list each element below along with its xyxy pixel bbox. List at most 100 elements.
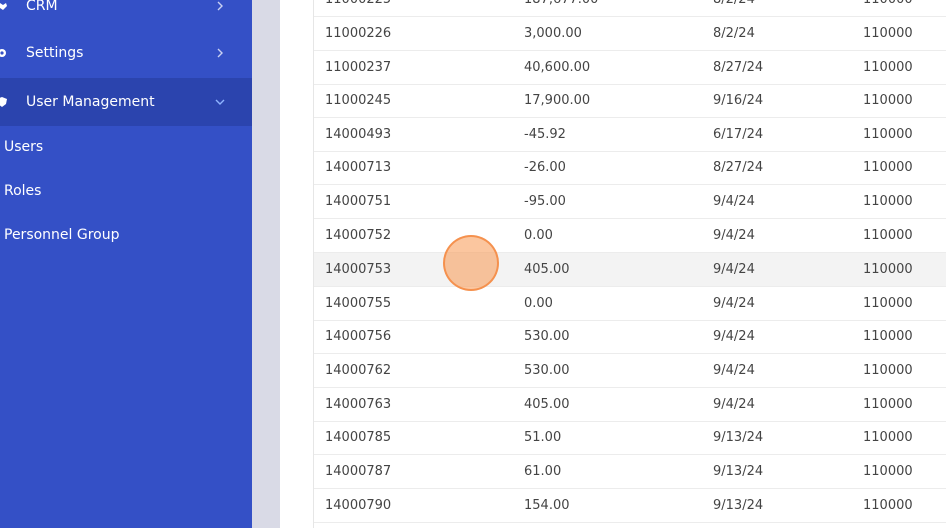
table-row[interactable]: 11000225 187,677.00 8/2/24 110000: [314, 0, 946, 17]
table-row[interactable]: 11000237 40,600.00 8/27/24 110000: [314, 51, 946, 85]
sidebar-item-label: CRM: [26, 0, 58, 14]
cell-amount: 17,900.00: [524, 93, 591, 108]
cell-date: 9/16/24: [713, 93, 764, 108]
table-row[interactable]: 14000493 -45.92 6/17/24 110000: [314, 118, 946, 152]
cell-date: 8/2/24: [713, 0, 755, 16]
cell-date: 9/4/24: [713, 363, 755, 378]
cell-id: 14000755: [325, 296, 392, 311]
cell-id: 14000493: [325, 127, 392, 142]
table-row-hovered[interactable]: 14000753 405.00 9/4/24 110000: [314, 253, 946, 287]
table-row[interactable]: 14000755 0.00 9/4/24 110000: [314, 287, 946, 321]
cell-code: 110000: [863, 228, 913, 243]
cell-amount: 0.00: [524, 228, 553, 243]
cell-date: 8/27/24: [713, 160, 764, 175]
main-content: 11000225 187,677.00 8/2/24 110000 110002…: [280, 0, 946, 528]
cell-id: 14000752: [325, 228, 392, 243]
table-row[interactable]: 14000752 0.00 9/4/24 110000: [314, 219, 946, 253]
cell-amount: 187,677.00: [524, 0, 598, 16]
cell-date: 8/2/24: [713, 26, 755, 41]
chevron-right-icon: [214, 0, 226, 12]
cell-id: 14000785: [325, 430, 392, 445]
cell-code: 110000: [863, 464, 913, 479]
cell-date: 9/4/24: [713, 194, 755, 209]
cell-id: 14000756: [325, 329, 392, 344]
sidebar-item-settings[interactable]: Settings: [0, 29, 252, 77]
cell-date: 9/4/24: [713, 228, 755, 243]
cell-id: 11000245: [325, 93, 392, 108]
cell-code: 110000: [863, 93, 913, 108]
cell-code: 110000: [863, 430, 913, 445]
cell-code: 110000: [863, 60, 913, 75]
sidebar-subitem-personnel-group[interactable]: Personnel Group: [4, 227, 120, 243]
cell-amount: 51.00: [524, 430, 562, 445]
cell-code: 110000: [863, 363, 913, 378]
cell-amount: 61.00: [524, 464, 562, 479]
table-row[interactable]: 14000787 61.00 9/13/24 110000: [314, 455, 946, 489]
cell-code: 110000: [863, 329, 913, 344]
data-table: 11000225 187,677.00 8/2/24 110000 110002…: [313, 0, 946, 528]
cell-amount: -45.92: [524, 127, 566, 142]
cell-amount: 405.00: [524, 262, 570, 277]
sidebar: CRM Settings User Management Users Roles…: [0, 0, 252, 528]
cell-id: 14000751: [325, 194, 392, 209]
cell-code: 110000: [863, 0, 913, 16]
sidebar-item-label: User Management: [26, 94, 155, 110]
cell-code: 110000: [863, 26, 913, 41]
cell-date: 9/4/24: [713, 397, 755, 412]
shield-user-icon: [0, 95, 9, 109]
cell-id: 11000225: [325, 0, 391, 16]
cell-amount: 530.00: [524, 329, 570, 344]
cell-date: 8/27/24: [713, 60, 764, 75]
chevron-right-icon: [214, 47, 226, 59]
click-indicator: [443, 235, 499, 291]
cell-amount: -95.00: [524, 194, 566, 209]
cell-id: 14000762: [325, 363, 392, 378]
cell-date: 9/13/24: [713, 430, 764, 445]
cell-code: 110000: [863, 262, 913, 277]
table-row[interactable]: 11000226 3,000.00 8/2/24 110000: [314, 17, 946, 51]
sidebar-item-user-management[interactable]: User Management: [0, 78, 252, 126]
cell-id: 14000790: [325, 498, 392, 513]
cell-date: 9/13/24: [713, 464, 764, 479]
table-row[interactable]: 14000713 -26.00 8/27/24 110000: [314, 151, 946, 185]
cell-id: 14000763: [325, 397, 392, 412]
cell-id: 11000237: [325, 60, 392, 75]
cell-code: 110000: [863, 194, 913, 209]
sidebar-item-label: Settings: [26, 45, 84, 61]
cell-code: 110000: [863, 127, 913, 142]
cell-date: 9/4/24: [713, 262, 755, 277]
cell-id: 14000753: [325, 262, 392, 277]
cell-code: 110000: [863, 498, 913, 513]
cell-code: 110000: [863, 397, 913, 412]
cell-id: 14000713: [325, 160, 392, 175]
cell-date: 9/13/24: [713, 498, 764, 513]
cell-amount: 40,600.00: [524, 60, 591, 75]
cell-date: 6/17/24: [713, 127, 764, 142]
cell-amount: 154.00: [524, 498, 570, 513]
table-row[interactable]: 14000751 -95.00 9/4/24 110000: [314, 185, 946, 219]
cell-date: 9/4/24: [713, 329, 755, 344]
cell-date: 9/4/24: [713, 296, 755, 311]
table-row[interactable]: 14000756 530.00 9/4/24 110000: [314, 320, 946, 354]
table-row[interactable]: 14000763 405.00 9/4/24 110000: [314, 388, 946, 422]
sidebar-subitem-users[interactable]: Users: [4, 139, 43, 155]
cell-id: 14000787: [325, 464, 392, 479]
cell-code: 110000: [863, 160, 913, 175]
table-row[interactable]: 14000785 51.00 9/13/24 110000: [314, 421, 946, 455]
cell-amount: -26.00: [524, 160, 566, 175]
cell-code: 110000: [863, 296, 913, 311]
cell-amount: 0.00: [524, 296, 553, 311]
cell-id: 11000226: [325, 26, 392, 41]
cell-amount: 3,000.00: [524, 26, 582, 41]
cell-amount: 405.00: [524, 397, 570, 412]
cell-amount: 530.00: [524, 363, 570, 378]
sidebar-subitem-roles[interactable]: Roles: [4, 183, 41, 199]
table-row[interactable]: 14000790 154.00 9/13/24 110000: [314, 489, 946, 523]
content-gutter: [252, 0, 280, 528]
sidebar-item-crm[interactable]: CRM: [0, 0, 252, 30]
gear-icon: [0, 46, 9, 60]
chevron-down-icon: [214, 96, 226, 108]
table-row[interactable]: 11000245 17,900.00 9/16/24 110000: [314, 84, 946, 118]
handshake-icon: [0, 0, 9, 13]
table-row[interactable]: 14000762 530.00 9/4/24 110000: [314, 354, 946, 388]
